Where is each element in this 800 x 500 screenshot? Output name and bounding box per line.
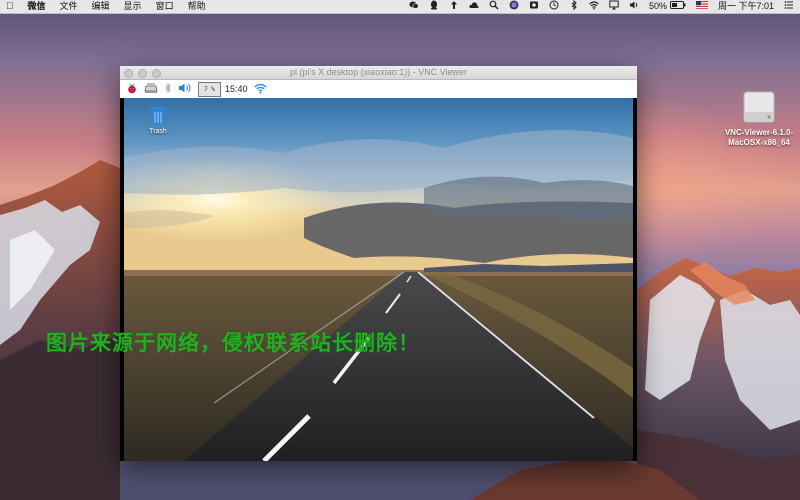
minimize-window-button[interactable]: [138, 69, 147, 78]
trash-desktop-icon[interactable]: Trash: [142, 104, 174, 135]
zoom-window-button[interactable]: [152, 69, 161, 78]
menu-window[interactable]: 窗口: [156, 0, 174, 13]
remote-desktop-view[interactable]: Trash: [124, 98, 633, 461]
time-machine-icon[interactable]: [549, 0, 559, 14]
wechat-status-icon[interactable]: [409, 0, 419, 14]
road-sunset-wallpaper: [124, 98, 633, 461]
trash-label: Trash: [149, 128, 167, 135]
panel-clock[interactable]: 15:40: [225, 84, 248, 94]
raspberry-menu-icon[interactable]: [126, 82, 138, 96]
menubar-clock[interactable]: 周一 下午7:01: [718, 0, 774, 13]
desktop-dmg-vnc-viewer[interactable]: VNC-Viewer-6.1.0- MacOSX-x86_64: [722, 90, 796, 148]
menu-help[interactable]: 帮助: [188, 0, 206, 13]
bluetooth-icon[interactable]: [164, 82, 172, 96]
cpu-usage-monitor[interactable]: 7 %: [198, 81, 221, 97]
raspberry-pi-taskbar: 7 % 15:40: [120, 80, 637, 98]
battery-percentage[interactable]: 50%: [649, 0, 667, 13]
volume-icon[interactable]: [178, 82, 192, 96]
window-controls: [124, 69, 166, 78]
disk-image-icon: [743, 90, 775, 124]
menu-view[interactable]: 显示: [124, 0, 142, 13]
cloud-icon[interactable]: [469, 0, 479, 14]
notification-center-icon[interactable]: [784, 0, 794, 14]
menu-edit[interactable]: 编辑: [92, 0, 110, 13]
input-source-flag-icon[interactable]: [695, 0, 708, 13]
app-menu-wechat[interactable]: 微信: [28, 0, 46, 13]
mac-menu-bar:  微信 文件 编辑 显示 窗口 帮助: [0, 0, 800, 14]
vnc-viewer-window: pi (pi's X desktop (xiaoxiao:1)) - VNC V…: [120, 66, 637, 461]
watermark-text: 图片来源于网络，侵权联系站长删除！: [46, 331, 420, 355]
screen-record-icon[interactable]: [529, 0, 539, 14]
spotlight-search-icon[interactable]: [489, 0, 499, 14]
wifi-icon[interactable]: [253, 83, 267, 96]
dmg-label-line1: VNC-Viewer-6.1.0-: [724, 128, 794, 137]
volume-icon[interactable]: [629, 0, 639, 14]
window-title: pi (pi's X desktop (xiaoxiao:1)) - VNC V…: [289, 67, 468, 77]
dmg-label-line2: MacOSX-x86_64: [728, 138, 790, 147]
upload-arrow-icon[interactable]: [449, 0, 459, 14]
close-window-button[interactable]: [124, 69, 133, 78]
bluetooth-icon[interactable]: [569, 0, 579, 14]
drive-eject-icon[interactable]: [144, 82, 158, 96]
apple-menu-icon[interactable]: : [6, 0, 14, 13]
siri-icon[interactable]: [509, 0, 519, 14]
qq-icon[interactable]: [429, 0, 439, 14]
trash-bin-icon: [150, 107, 166, 125]
battery-icon[interactable]: [669, 0, 686, 13]
airplay-icon[interactable]: [609, 0, 619, 14]
wifi-icon[interactable]: [589, 0, 599, 14]
window-titlebar[interactable]: pi (pi's X desktop (xiaoxiao:1)) - VNC V…: [120, 66, 637, 80]
menu-file[interactable]: 文件: [60, 0, 78, 13]
